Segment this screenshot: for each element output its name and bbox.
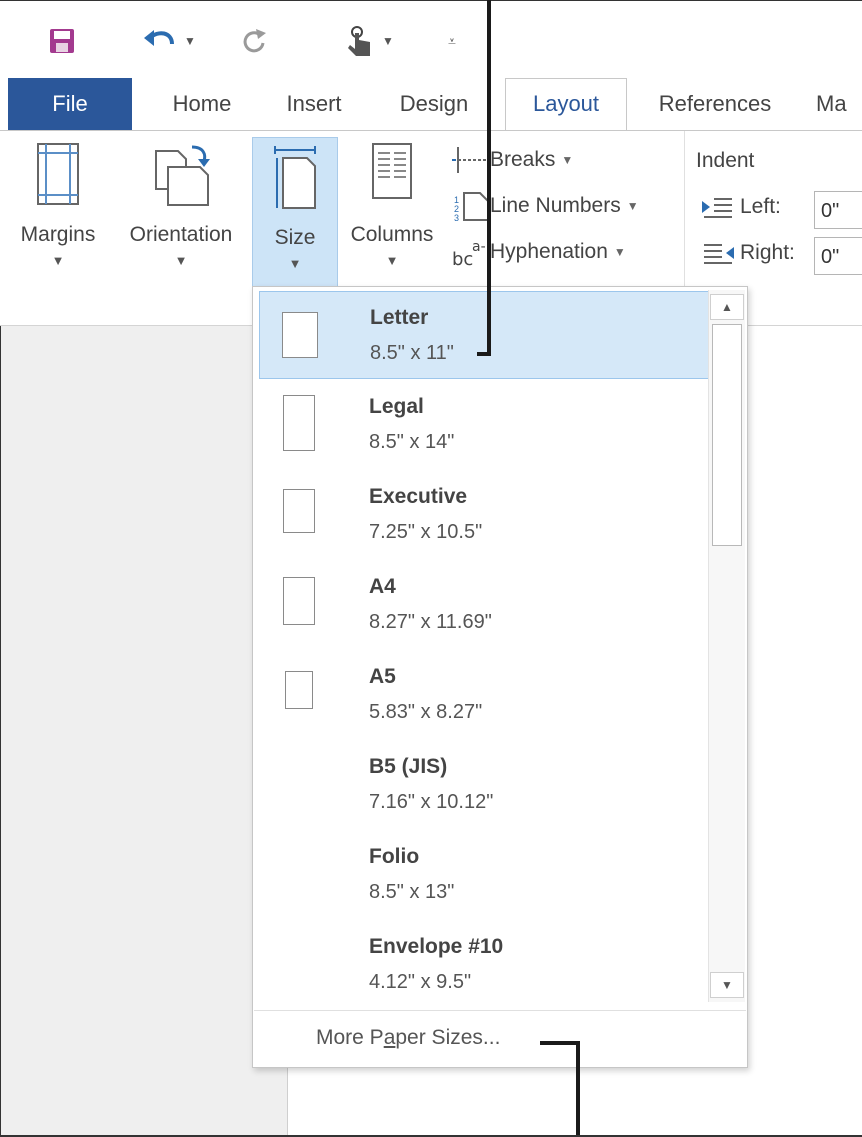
line-numbers-icon: 123 [454,192,489,221]
size-button[interactable]: Size ▼ [252,137,338,287]
touch-mode-button[interactable]: ▼ [330,21,410,61]
paper-size-name: Letter [370,306,429,329]
indent-heading: Indent [696,149,755,172]
orientation-dropdown-arrow: ▼ [174,253,188,268]
document-margin-area [0,326,288,1137]
columns-label: Columns [350,223,434,246]
save-icon[interactable] [40,21,84,61]
tab-references[interactable]: References [646,78,784,130]
orientation-icon [155,145,210,206]
orientation-button[interactable]: Orientation ▼ [114,135,248,295]
callout-line-bottom-tick [540,1041,580,1045]
more-paper-sizes-button[interactable]: More Paper Sizes... [316,1026,500,1050]
callout-line-bottom [576,1041,580,1137]
page-thumbnail-icon [282,312,318,358]
paper-size-name: B5 (JIS) [369,755,448,778]
gallery-scrollbar[interactable]: ▲ ▼ [708,290,745,1002]
paper-size-dimensions: 7.16" x 10.12" [369,791,494,813]
touch-mode-dropdown-arrow[interactable]: ▼ [382,34,394,48]
paper-size-a5[interactable]: A5 5.83" x 8.27" [259,651,709,739]
tab-home[interactable]: Home [152,78,252,130]
svg-text:a-: a- [472,239,486,255]
breaks-button[interactable]: Breaks ▼ [450,145,573,175]
paper-size-name: Executive [369,485,468,508]
svg-text:bc: bc [452,249,473,267]
paper-size-letter[interactable]: Letter 8.5" x 11" [259,291,709,379]
undo-button[interactable]: ▼ [134,21,204,61]
paper-size-b5-jis[interactable]: B5 (JIS) 7.16" x 10.12" [259,741,709,829]
scrollbar-thumb[interactable] [712,324,742,546]
redo-icon[interactable] [234,21,274,61]
callout-line-top [487,0,491,356]
breaks-label: Breaks [490,148,556,171]
paper-size-dimensions: 8.27" x 11.69" [369,611,492,633]
indent-right-input[interactable]: 0" [814,237,862,275]
scroll-up-icon[interactable]: ▲ [710,294,744,320]
paper-size-dimensions: 5.83" x 8.27" [369,701,483,723]
breaks-dropdown-arrow: ▼ [561,153,574,167]
undo-dropdown-arrow[interactable]: ▼ [184,34,196,48]
margins-button[interactable]: Margins ▼ [6,135,110,295]
tab-file[interactable]: File [8,78,132,130]
paper-size-folio[interactable]: Folio 8.5" x 13" [259,831,709,919]
paper-size-a4[interactable]: A4 8.27" x 11.69" [259,561,709,649]
indent-left-input[interactable]: 0" [814,191,862,229]
paper-size-dimensions: 4.12" x 9.5" [369,971,472,993]
tab-insert[interactable]: Insert [272,78,356,130]
orientation-label: Orientation [129,223,233,246]
page-thumbnail-icon [285,671,313,709]
customize-qat-icon[interactable]: ⩡ [440,21,464,61]
paper-size-name: Folio [369,845,420,868]
hyphenation-icon: bca- [452,239,486,267]
paper-size-name: A5 [369,665,396,688]
line-numbers-button[interactable]: 123 Line Numbers ▼ [450,191,639,221]
size-dropdown-menu: Letter 8.5" x 11" Legal 8.5" x 14" Execu… [252,286,748,1068]
columns-dropdown-arrow: ▼ [385,253,399,268]
size-label: Size [274,226,316,249]
margins-label: Margins [20,223,96,246]
touch-mode-icon [348,26,371,56]
menu-separator [254,1010,746,1011]
line-numbers-dropdown-arrow: ▼ [626,199,639,213]
columns-icon [372,143,412,199]
paper-size-name: Envelope #10 [369,935,504,958]
page-thumbnail-icon [283,577,315,625]
paper-size-legal[interactable]: Legal 8.5" x 14" [259,381,709,469]
ribbon-tabs: File Home Insert Design Layout Reference… [0,78,862,132]
indent-right-label: Right: [702,241,795,265]
quick-access-toolbar: ▼ ▼ ⩡ [0,0,862,78]
tab-mailings[interactable]: Ma [816,78,862,130]
size-icon [274,146,316,209]
paper-size-name: A4 [369,575,396,598]
hyphenation-label: Hyphenation [490,240,608,263]
hyphenation-button[interactable]: bc a- Hyphenation ▼ [450,237,626,267]
undo-icon [144,30,175,46]
size-dropdown-arrow: ▼ [288,256,302,271]
paper-size-name: Legal [369,395,424,418]
paper-size-executive[interactable]: Executive 7.25" x 10.5" [259,471,709,559]
indent-left-label: Left: [702,195,781,219]
page-thumbnail-icon [283,395,315,451]
margins-icon [37,143,79,205]
tab-design[interactable]: Design [386,78,482,130]
page-thumbnail-icon [283,489,315,533]
indent-right-icon [704,244,734,264]
paper-size-dimensions: 8.5" x 11" [370,342,454,364]
scroll-down-icon[interactable]: ▼ [710,972,744,998]
hyphenation-dropdown-arrow: ▼ [613,245,626,259]
paper-size-dimensions: 8.5" x 13" [369,881,455,903]
breaks-icon [452,147,488,173]
tab-layout[interactable]: Layout [505,78,627,132]
callout-line-top-tick [477,352,491,356]
paper-size-envelope-10[interactable]: Envelope #10 4.12" x 9.5" [259,921,709,1009]
columns-button[interactable]: Columns ▼ [340,135,444,295]
paper-size-dimensions: 8.5" x 14" [369,431,455,453]
line-numbers-label: Line Numbers [490,194,621,217]
indent-left-icon [702,198,732,218]
paper-size-dimensions: 7.25" x 10.5" [369,521,483,543]
svg-text:3: 3 [454,213,459,221]
group-divider [684,131,685,291]
margins-dropdown-arrow: ▼ [51,253,65,268]
